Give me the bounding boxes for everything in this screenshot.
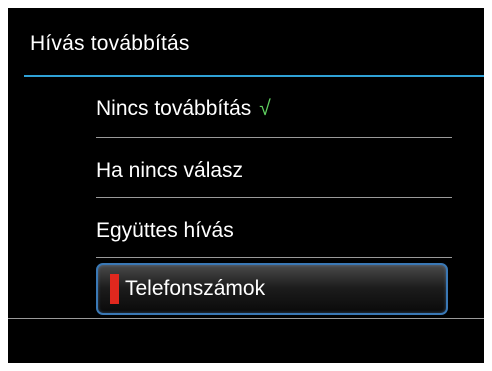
- menu-item-phone-numbers[interactable]: Telefonszámok: [96, 263, 448, 315]
- menu-divider: [96, 197, 452, 198]
- screen-title: Hívás továbbítás: [30, 32, 190, 55]
- title-divider: [24, 75, 484, 77]
- menu-divider: [96, 257, 452, 258]
- menu-item-label: Nincs továbbítás: [96, 97, 252, 120]
- menu-item-label: Együttes hívás: [96, 219, 234, 242]
- menu-divider: [96, 137, 452, 138]
- menu-item-if-no-answer[interactable]: Ha nincs válasz: [96, 143, 452, 199]
- menu-item-no-forwarding[interactable]: Nincs továbbítás √: [96, 81, 452, 137]
- selection-marker-icon: [110, 274, 119, 304]
- bottom-divider: [8, 318, 484, 319]
- menu-item-label: Telefonszámok: [125, 277, 266, 300]
- menu-item-label: Ha nincs válasz: [96, 159, 244, 182]
- checkmark-icon: √: [259, 97, 271, 120]
- call-forwarding-screen: Hívás továbbítás Nincs továbbítás √ Ha n…: [8, 8, 484, 363]
- menu-item-simultaneous-call[interactable]: Együttes hívás: [96, 203, 452, 259]
